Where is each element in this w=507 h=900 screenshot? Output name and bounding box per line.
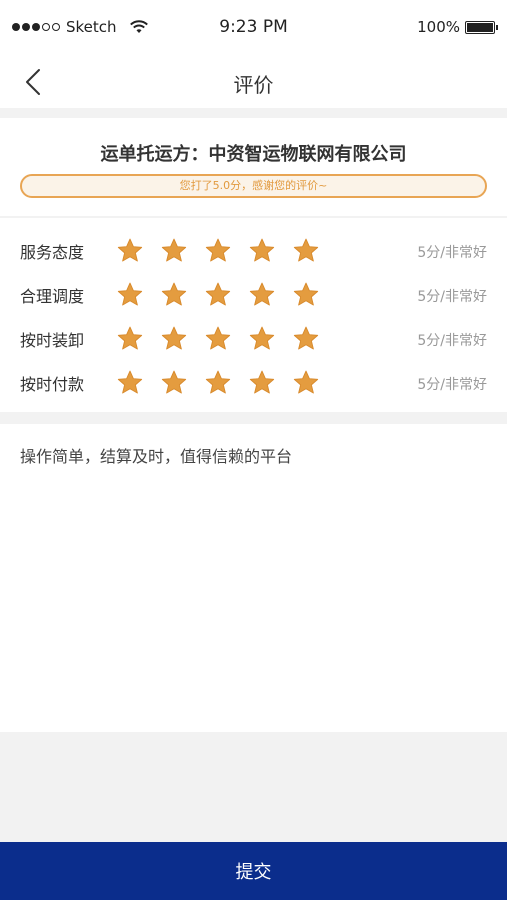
star-icon[interactable]	[160, 369, 188, 397]
status-bar: Sketch 9:23 PM 100%	[0, 0, 507, 56]
star-icon[interactable]	[116, 237, 144, 265]
star-rating	[116, 281, 320, 309]
star-icon[interactable]	[292, 325, 320, 353]
star-rating	[116, 369, 320, 397]
page-title: 评价	[233, 73, 274, 97]
rating-row-service-attitude: 服务态度 5分/非常好	[0, 229, 507, 273]
rating-label: 服务态度	[20, 243, 85, 262]
star-icon[interactable]	[160, 325, 188, 353]
battery-info: 100%	[417, 18, 498, 36]
star-icon[interactable]	[204, 281, 232, 309]
rating-label: 合理调度	[20, 287, 85, 306]
rating-label: 按时装卸	[20, 331, 85, 350]
company-card: 运单托运方：中资智运物联网有限公司 您打了5.0分，感谢您的评价~	[0, 118, 507, 216]
star-icon[interactable]	[116, 325, 144, 353]
comment-text: 操作简单，结算及时，值得信赖的平台	[20, 447, 293, 466]
rating-row-on-time-loading: 按时装卸 5分/非常好	[0, 317, 507, 361]
star-icon[interactable]	[292, 237, 320, 265]
star-icon[interactable]	[116, 281, 144, 309]
star-icon[interactable]	[292, 369, 320, 397]
star-icon[interactable]	[248, 325, 276, 353]
star-icon[interactable]	[204, 237, 232, 265]
submit-button[interactable]: 提交	[0, 842, 507, 900]
comment-textarea[interactable]: 操作简单，结算及时，值得信赖的平台	[0, 424, 507, 732]
thanks-banner: 您打了5.0分，感谢您的评价~	[20, 174, 487, 198]
rating-value: 5分/非常好	[417, 377, 487, 393]
battery-icon	[465, 20, 498, 34]
star-icon[interactable]	[160, 281, 188, 309]
rating-list: 服务态度 5分/非常好 合理调度 5分/非常好 按时装卸 5分/非常好 按时付款…	[0, 218, 507, 412]
rating-value: 5分/非常好	[417, 333, 487, 349]
star-icon[interactable]	[248, 281, 276, 309]
battery-percent: 100%	[417, 18, 460, 36]
star-icon[interactable]	[204, 369, 232, 397]
rating-label: 按时付款	[20, 375, 85, 394]
star-rating	[116, 237, 320, 265]
rating-row-reasonable-dispatch: 合理调度 5分/非常好	[0, 273, 507, 317]
star-icon[interactable]	[116, 369, 144, 397]
rating-value: 5分/非常好	[417, 289, 487, 305]
star-icon[interactable]	[248, 369, 276, 397]
star-icon[interactable]	[292, 281, 320, 309]
rating-row-on-time-payment: 按时付款 5分/非常好	[0, 361, 507, 405]
star-icon[interactable]	[248, 237, 276, 265]
nav-bar: 评价	[0, 56, 507, 108]
star-icon[interactable]	[204, 325, 232, 353]
star-icon[interactable]	[160, 237, 188, 265]
rating-value: 5分/非常好	[417, 245, 487, 261]
shipper-company-name: 运单托运方：中资智运物联网有限公司	[100, 144, 407, 165]
evaluation-screen: Sketch 9:23 PM 100% 评价 运单托运方：中资智运物联网有限公司…	[0, 0, 507, 900]
star-rating	[116, 325, 320, 353]
